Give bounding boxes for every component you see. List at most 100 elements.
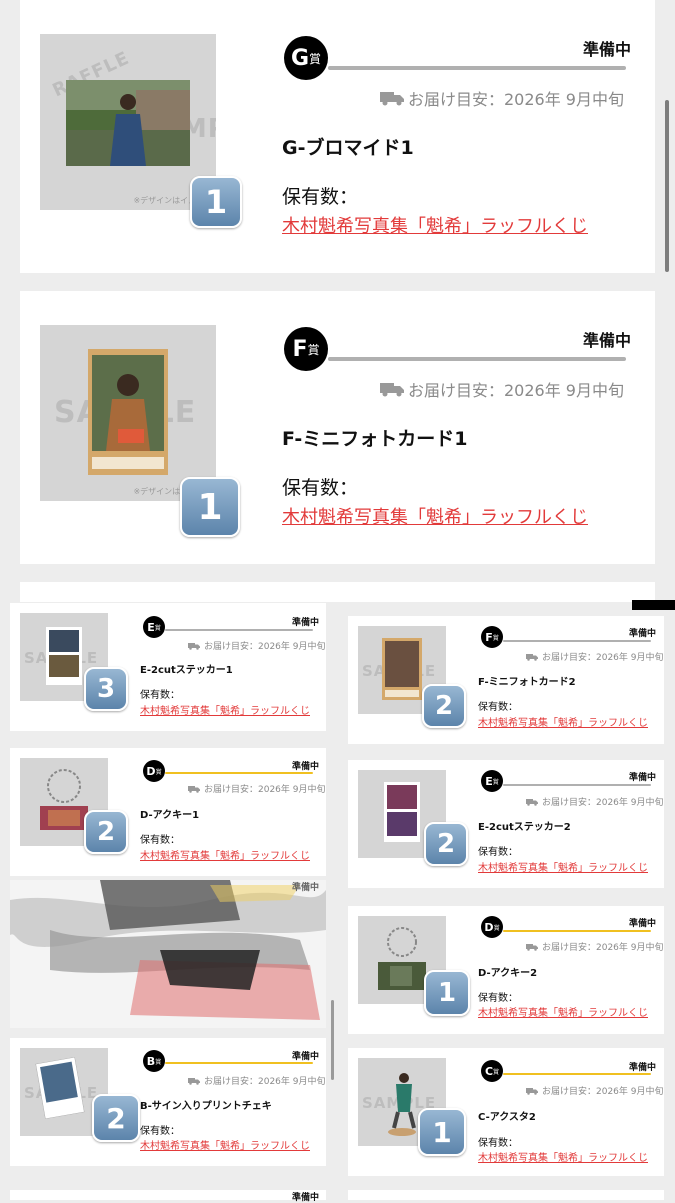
truck-icon: [526, 653, 538, 661]
owned-label: 保有数：: [282, 477, 359, 499]
prize-card[interactable]: 1 D賞 準備中 お届け目安：2026年 9月中旬 D-アクキー2 保有数： 木…: [348, 906, 664, 1034]
delivery-estimate: お届け目安：2026年 9月中旬: [188, 782, 326, 795]
status-label: 準備中: [629, 773, 657, 783]
prize-card[interactable]: SAMPLE 1 C賞 準備中 お届け目安：2026年 9月中旬 C-アクスタ2…: [348, 1048, 664, 1176]
prize-b-icon: B賞: [143, 1050, 165, 1072]
raffle-link[interactable]: 木村魁希写真集「魁希」ラッフルくじ: [478, 1004, 648, 1019]
owned-label: 保有数：: [478, 847, 518, 858]
quantity-badge: 1: [418, 1108, 466, 1156]
item-title: E-2cutステッカー2: [478, 822, 571, 833]
prize-line: [328, 66, 626, 70]
truck-icon: [380, 92, 404, 106]
product-thumbnail: SAMPLE ※デザインはイメージ: [40, 325, 216, 501]
prize-g-icon: G賞: [284, 36, 328, 80]
prize-card[interactable]: SAMPLE ※デザインはイメージ 1 F賞 準備中 お届け目安：2026年 9…: [20, 291, 655, 564]
raffle-link[interactable]: 木村魁希写真集「魁希」ラッフルくじ: [478, 1149, 648, 1164]
prize-card[interactable]: RAFFLE SAMPLE ※デザインはイメージ 1 G賞 準備中 お届け目安：…: [20, 0, 655, 273]
quantity-badge: 1: [424, 970, 470, 1016]
prize-line: [503, 640, 651, 642]
truck-icon: [526, 1087, 538, 1095]
prize-f-icon: F賞: [284, 327, 328, 371]
item-title: B-サイン入りプリントチェキ: [140, 1101, 272, 1112]
product-photo: [88, 349, 168, 475]
status-label: 準備中: [629, 629, 657, 639]
quantity-badge: 2: [84, 810, 128, 854]
scrollbar[interactable]: [331, 1000, 334, 1080]
quantity-badge: 2: [92, 1094, 140, 1142]
partial-card: [348, 1190, 664, 1200]
card-top-edge: [20, 582, 655, 602]
delivery-estimate: お届け目安：2026年 9月中旬: [188, 1074, 326, 1087]
prize-f-icon: F賞: [481, 626, 503, 648]
item-title: G-ブロマイド1: [282, 137, 414, 159]
divider: [632, 600, 675, 610]
product-photo: [46, 627, 82, 685]
truck-icon: [526, 943, 538, 951]
item-title: D-アクキー2: [478, 968, 538, 979]
quantity-badge: 2: [422, 684, 466, 728]
truck-icon: [188, 642, 200, 650]
item-title: F-ミニフォトカード1: [282, 428, 468, 450]
delivery-estimate: お届け目安：2026年 9月中旬: [526, 795, 664, 808]
truck-icon: [188, 785, 200, 793]
owned-label: 保有数：: [282, 186, 359, 208]
prize-line: [503, 1073, 651, 1075]
prize-card[interactable]: SAMPLE 3 E賞 準備中 お届け目安：2026年 9月中旬 E-2cutス…: [10, 603, 326, 731]
delivery-estimate: お届け目安：2026年 9月中旬: [188, 639, 326, 652]
quantity-badge: 1: [180, 477, 240, 537]
raffle-link[interactable]: 木村魁希写真集「魁希」ラッフルくじ: [478, 859, 648, 874]
item-title: F-ミニフォトカード2: [478, 677, 576, 688]
delivery-estimate: お届け目安：2026年 9月中旬: [526, 650, 664, 663]
truck-icon: [380, 383, 404, 397]
product-photo: [382, 638, 422, 700]
raffle-link[interactable]: 木村魁希写真集「魁希」ラッフルくじ: [140, 702, 310, 717]
scrollbar[interactable]: [665, 100, 669, 272]
raffle-link[interactable]: 木村魁希写真集「魁希」ラッフルくじ: [140, 847, 310, 862]
quantity-badge: 1: [190, 176, 242, 228]
prize-card[interactable]: SAMPLE 2 B賞 準備中 お届け目安：2026年 9月中旬 B-サイン入り…: [10, 1038, 326, 1166]
owned-label: 保有数：: [140, 690, 180, 701]
prize-card[interactable]: 2 E賞 準備中 お届け目安：2026年 9月中旬 E-2cutステッカー2 保…: [348, 760, 664, 888]
prize-line: [165, 629, 313, 631]
prize-e-icon: E賞: [481, 770, 503, 792]
product-photo: [378, 927, 426, 990]
owned-label: 保有数：: [478, 702, 518, 713]
status-label: 準備中: [292, 883, 320, 893]
owned-label: 保有数：: [140, 1126, 180, 1137]
truck-icon: [526, 798, 538, 806]
prize-line: [503, 784, 651, 786]
owned-label: 保有数：: [140, 835, 180, 846]
owned-label: 保有数：: [478, 993, 518, 1004]
raffle-link[interactable]: 木村魁希写真集「魁希」ラッフルくじ: [282, 212, 588, 238]
status-label: 準備中: [583, 331, 632, 350]
product-photo: [35, 1056, 85, 1120]
status-label: 準備中: [292, 618, 320, 628]
raffle-link[interactable]: 木村魁希写真集「魁希」ラッフルくじ: [140, 1137, 310, 1152]
truck-icon: [188, 1077, 200, 1085]
delivery-estimate: お届け目安：2026年 9月中旬: [380, 86, 624, 110]
status-label: 準備中: [292, 762, 320, 772]
raffle-link[interactable]: 木村魁希写真集「魁希」ラッフルくじ: [282, 503, 588, 529]
prize-card[interactable]: 2 D賞 準備中 お届け目安：2026年 9月中旬 D-アクキー1 保有数： 木…: [10, 748, 326, 876]
prize-card[interactable]: SAMPLE 2 F賞 準備中 お届け目安：2026年 9月中旬 F-ミニフォト…: [348, 616, 664, 744]
product-photo: [66, 80, 190, 166]
status-label: 準備中: [629, 919, 657, 929]
status-label: 準備中: [583, 40, 632, 59]
prize-line: [165, 1062, 313, 1064]
product-photo: [388, 1073, 416, 1136]
prize-line: [165, 772, 313, 774]
prize-c-icon: C賞: [481, 1060, 503, 1082]
raffle-link[interactable]: 木村魁希写真集「魁希」ラッフルくじ: [478, 714, 648, 729]
quantity-badge: 3: [84, 667, 128, 711]
paint-scribble: [10, 880, 326, 1028]
partial-card: 準備中: [10, 1190, 326, 1203]
prize-line: [503, 930, 651, 932]
prize-d-icon: D賞: [481, 916, 503, 938]
delivery-estimate: お届け目安：2026年 9月中旬: [380, 377, 624, 401]
delivery-estimate: お届け目安：2026年 9月中旬: [526, 1084, 664, 1097]
item-title: D-アクキー1: [140, 810, 200, 821]
status-label: 準備中: [292, 1052, 320, 1062]
product-photo: [384, 782, 420, 842]
item-title: C-アクスタ2: [478, 1112, 536, 1123]
prize-d-icon: D賞: [143, 760, 165, 782]
